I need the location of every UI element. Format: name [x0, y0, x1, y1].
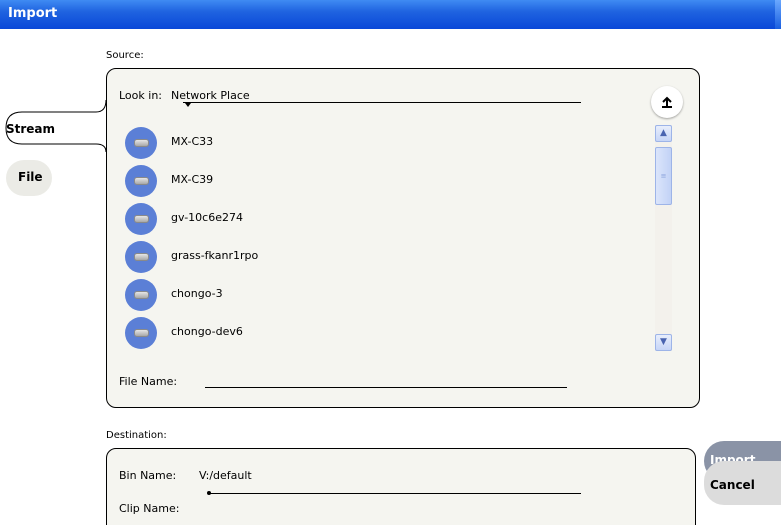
- scroll-thumb[interactable]: ≡: [655, 147, 672, 205]
- cancel-button-label: Cancel: [710, 478, 755, 492]
- list-item-label: gv-10c6e274: [171, 211, 243, 224]
- list-item[interactable]: chongo-3: [125, 277, 645, 311]
- file-list[interactable]: MX-C33 MX-C39 gv-10c6e274 grass-fkanr1rp…: [125, 125, 655, 351]
- dropdown-caret-icon[interactable]: [185, 103, 191, 107]
- source-section-label: Source:: [106, 50, 144, 61]
- file-name-label: File Name:: [119, 375, 178, 388]
- scroll-up-button[interactable]: ▲: [655, 125, 672, 142]
- look-in-underline: [183, 102, 581, 103]
- clip-name-field[interactable]: [209, 493, 581, 494]
- title-bar: Import: [0, 0, 781, 29]
- list-item[interactable]: chongo-dev6: [125, 315, 645, 349]
- chevron-down-icon: ▼: [660, 337, 667, 347]
- source-panel: Look in: Network Place MX-C33 MX-C39 gv-…: [106, 68, 700, 408]
- scroll-down-button[interactable]: ▼: [655, 334, 672, 351]
- destination-panel: Bin Name: V:/default Clip Name:: [106, 448, 696, 525]
- network-drive-icon: [125, 317, 157, 349]
- list-scrollbar[interactable]: ▲ ≡ ▼: [655, 125, 672, 351]
- network-drive-icon: [125, 127, 157, 159]
- list-item-label: chongo-3: [171, 287, 223, 300]
- tab-file-label: File: [18, 170, 43, 184]
- list-item-label: MX-C33: [171, 135, 214, 148]
- clip-name-label: Clip Name:: [119, 502, 180, 515]
- chevron-up-icon: ▲: [660, 128, 667, 138]
- window-title: Import: [8, 6, 58, 21]
- destination-section-label: Destination:: [106, 430, 167, 441]
- network-drive-icon: [125, 241, 157, 273]
- network-drive-icon: [125, 279, 157, 311]
- title-bar-edge: [775, 0, 781, 29]
- list-item-label: grass-fkanr1rpo: [171, 249, 259, 262]
- network-drive-icon: [125, 203, 157, 235]
- network-drive-icon: [125, 165, 157, 197]
- cancel-button[interactable]: Cancel: [704, 461, 781, 505]
- tab-file[interactable]: File: [6, 160, 52, 196]
- up-arrow-icon: [662, 96, 672, 108]
- list-item[interactable]: MX-C33: [125, 125, 645, 159]
- file-name-field[interactable]: [205, 387, 567, 388]
- up-folder-button[interactable]: [651, 86, 683, 118]
- list-item[interactable]: gv-10c6e274: [125, 201, 645, 235]
- list-item[interactable]: grass-fkanr1rpo: [125, 239, 645, 273]
- bin-name-field[interactable]: V:/default: [199, 469, 252, 482]
- bin-name-label: Bin Name:: [119, 469, 177, 482]
- list-item-label: chongo-dev6: [171, 325, 243, 338]
- look-in-label: Look in:: [119, 89, 162, 102]
- look-in-dropdown[interactable]: Network Place: [171, 89, 250, 102]
- list-item-label: MX-C39: [171, 173, 214, 186]
- tab-stream[interactable]: Stream: [6, 122, 55, 136]
- list-item[interactable]: MX-C39: [125, 163, 645, 197]
